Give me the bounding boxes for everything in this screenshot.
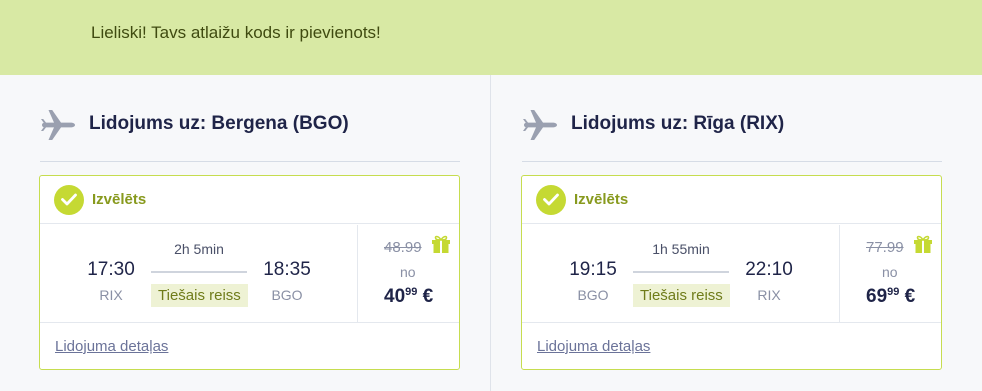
flight-card: Izvēlēts 17:30 RIX 2h 5min Tiešais reiss… [39,175,460,370]
flight-duration: 1h 55min [652,241,710,257]
outbound-flight-section: Lidojums uz: Bergena (BGO) Izvēlēts 17:3… [0,75,490,391]
success-banner: Lieliski! Tavs atlaižu kods ir pievienot… [0,0,982,75]
price: 6999 € [866,286,915,308]
route-line [151,271,247,273]
price-decimals: 99 [405,286,418,298]
arrival-code: BGO [271,287,303,303]
price-integer: 69 [866,286,888,307]
arrival-code: RIX [757,287,781,303]
old-price: 77.99 [866,239,904,256]
header-separator [522,161,942,162]
price-box: 77.99 no 6999 € [839,225,942,323]
flight-card: Izvēlēts 19:15 BGO 1h 55min Tiešais reis… [521,175,942,370]
success-message: Lieliski! Tavs atlaižu kods ir pievienot… [91,23,381,42]
price-integer: 40 [384,286,406,307]
currency: € [904,286,916,307]
flight-card-header: Izvēlēts [40,176,459,224]
arrival-time: 18:35 [263,259,311,280]
return-flight-header: Lidojums uz: Rīga (RIX) [522,105,942,145]
selected-label: Izvēlēts [92,191,147,208]
from-label: no [882,264,898,280]
arrival-time: 22:10 [745,259,793,280]
departure-time: 17:30 [87,259,135,280]
outbound-flight-header: Lidojums uz: Bergena (BGO) [40,105,460,145]
flight-title: Lidojums uz: Bergena (BGO) [89,113,349,134]
gift-icon [914,235,932,253]
departure-time: 19:15 [569,259,617,280]
flight-info: 19:15 BGO 1h 55min Tiešais reiss 22:10 R… [522,225,941,323]
price-decimals: 99 [887,286,900,298]
gift-icon [432,235,450,253]
checkmark-icon [54,185,84,215]
route-line [633,271,729,273]
direct-flight-badge: Tiešais reiss [633,284,730,307]
flight-card-header: Izvēlēts [522,176,941,224]
checkmark-icon [536,185,566,215]
flight-info: 17:30 RIX 2h 5min Tiešais reiss 18:35 BG… [40,225,459,323]
header-separator [40,161,460,162]
airplane-icon [523,110,557,140]
departure-code: BGO [577,287,609,303]
departure-code: RIX [99,287,123,303]
flight-details-link[interactable]: Lidojuma detaļas [537,338,650,355]
currency: € [422,286,434,307]
from-label: no [400,264,416,280]
direct-flight-badge: Tiešais reiss [151,284,248,307]
flight-duration: 2h 5min [174,241,224,257]
price-box: 48.99 no 4099 € [357,225,460,323]
airplane-icon [41,110,75,140]
return-flight-section: Lidojums uz: Rīga (RIX) Izvēlēts 19:15 B… [491,75,982,391]
flight-title: Lidojums uz: Rīga (RIX) [571,113,785,134]
flight-details-link[interactable]: Lidojuma detaļas [55,338,168,355]
selected-label: Izvēlēts [574,191,629,208]
price: 4099 € [384,286,433,308]
old-price: 48.99 [384,239,422,256]
